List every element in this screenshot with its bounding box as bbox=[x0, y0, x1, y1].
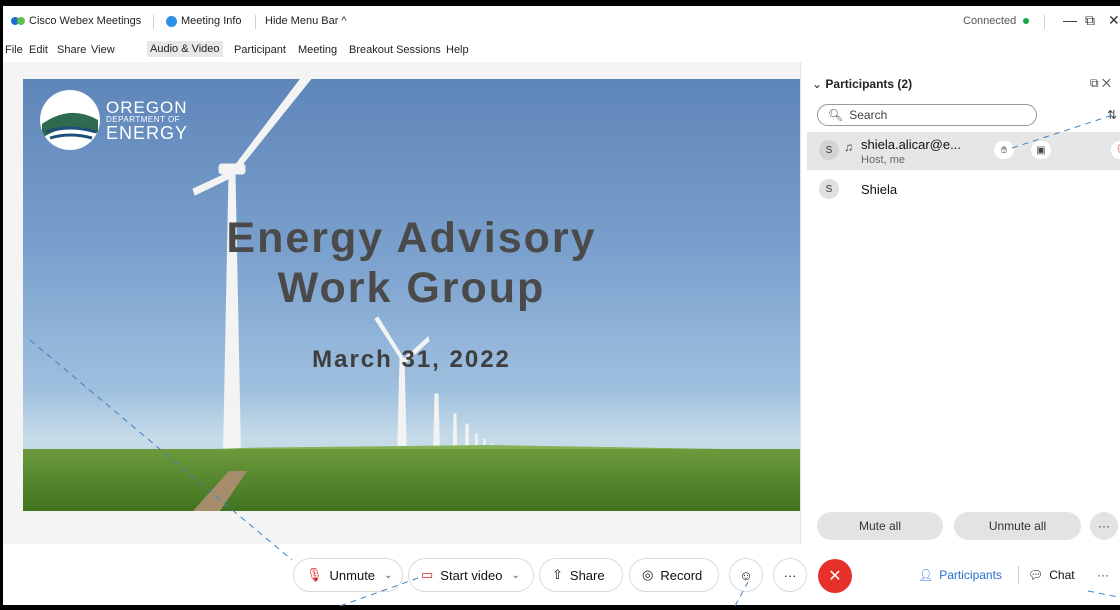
chevron-down-icon: ⌄ bbox=[812, 77, 826, 91]
minimize-icon[interactable]: — bbox=[1063, 12, 1077, 28]
share-icon: ⇧ bbox=[552, 567, 563, 582]
chevron-down-icon[interactable]: ⌄ bbox=[384, 570, 392, 581]
menu-help[interactable]: Help bbox=[446, 44, 469, 56]
panel-popout-icon[interactable]: ⧉ ✕ bbox=[1090, 76, 1111, 91]
avatar: S bbox=[819, 140, 839, 160]
menu-edit[interactable]: Edit bbox=[29, 44, 48, 56]
participant-search-input[interactable]: 🔍︎ Search bbox=[817, 104, 1037, 126]
record-icon: ◎ bbox=[642, 567, 654, 582]
unmute-all-button[interactable]: Unmute all bbox=[954, 512, 1081, 540]
mic-muted-icon: 🎙︎ bbox=[306, 567, 323, 582]
mic-muted-icon[interactable]: 🎙︎ bbox=[1111, 141, 1120, 159]
oregon-energy-logo: OREGON DEPARTMENT OF ENERGY bbox=[40, 90, 188, 150]
menu-view[interactable]: View bbox=[91, 44, 115, 56]
participants-icon: 👤︎ bbox=[918, 568, 934, 582]
slide-date: March 31, 2022 bbox=[312, 346, 511, 373]
share-label: Share bbox=[569, 567, 605, 583]
hide-menu-bar-button[interactable]: Hide Menu Bar ^ bbox=[265, 15, 347, 27]
menu-share[interactable]: Share bbox=[57, 44, 86, 56]
meeting-info-button[interactable]: Meeting Info bbox=[166, 15, 242, 27]
webex-logo-icon bbox=[11, 17, 25, 25]
hide-menu-bar-label: Hide Menu Bar ^ bbox=[265, 15, 347, 27]
app-title: Cisco Webex Meetings bbox=[11, 15, 141, 27]
connection-status-label: Connected bbox=[963, 15, 1017, 27]
avatar: S bbox=[819, 179, 839, 199]
panel-header[interactable]: ⌄ Participants (2) bbox=[812, 77, 912, 91]
logo-line3: ENERGY bbox=[106, 122, 189, 143]
divider bbox=[255, 15, 256, 29]
divider bbox=[1018, 566, 1019, 584]
tab-chat[interactable]: 💬︎ Chat bbox=[1028, 559, 1075, 591]
unmute-label: Unmute bbox=[329, 567, 376, 583]
start-video-label: Start video bbox=[440, 567, 503, 583]
participant-name: shiela.alicar@e... bbox=[861, 137, 961, 152]
menu-breakout-sessions[interactable]: Breakout Sessions bbox=[349, 44, 441, 56]
title-bar: Cisco Webex Meetings Meeting Info Hide M… bbox=[3, 6, 1120, 38]
record-label: Record bbox=[660, 567, 703, 583]
slide-title: Energy Advisory Work Group bbox=[23, 213, 800, 313]
connection-status: Connected bbox=[963, 15, 1030, 27]
restore-icon[interactable]: ⧉ bbox=[1085, 12, 1095, 29]
tabs-more-button[interactable]: ··· bbox=[1097, 559, 1109, 591]
menu-bar: File Edit Share View Audio & Video Parti… bbox=[3, 38, 1120, 62]
menu-participant[interactable]: Participant bbox=[234, 44, 286, 56]
end-meeting-button[interactable]: ✕ bbox=[818, 559, 852, 593]
menu-file[interactable]: File bbox=[5, 44, 23, 56]
menu-audio-video[interactable]: Audio & Video bbox=[147, 41, 223, 57]
reactions-button[interactable]: ☺ bbox=[730, 559, 762, 591]
panel-more-button[interactable]: ··· bbox=[1090, 512, 1118, 540]
search-placeholder: Search bbox=[849, 108, 888, 122]
chat-icon: 💬︎ bbox=[1028, 568, 1044, 582]
panel-title: Participants (2) bbox=[825, 77, 913, 91]
meeting-stage: OREGON DEPARTMENT OF ENERGY Energy Advis… bbox=[3, 62, 800, 544]
connected-dot-icon bbox=[1023, 18, 1030, 24]
search-icon: 🔍︎ bbox=[828, 108, 844, 122]
participant-role: Host, me bbox=[861, 154, 906, 166]
tabs-more-label: ··· bbox=[1097, 568, 1109, 582]
start-video-button[interactable]: ▭ Start video ⌄ bbox=[409, 559, 533, 591]
mute-all-button[interactable]: Mute all bbox=[817, 512, 943, 540]
meeting-controls: 🎙︎ Unmute ⌄ ▭ Start video ⌄ ⇧ Share ◎ Re… bbox=[3, 544, 1120, 605]
video-off-icon[interactable]: ▣ bbox=[1031, 141, 1051, 159]
participants-panel: ⌄ Participants (2) ⧉ ✕ 🔍︎ Search ⇅ S ♫ s… bbox=[800, 62, 1120, 544]
more-options-button[interactable]: ··· bbox=[774, 559, 806, 591]
unmute-button[interactable]: 🎙︎ Unmute ⌄ bbox=[294, 559, 402, 591]
menu-meeting[interactable]: Meeting bbox=[298, 44, 337, 56]
close-icon[interactable]: ✕ bbox=[1108, 12, 1120, 29]
raise-hand-icon[interactable]: ✋︎ bbox=[994, 141, 1014, 159]
slide-title-line2: Work Group bbox=[277, 264, 546, 312]
divider bbox=[153, 15, 154, 29]
record-button[interactable]: ◎ Record bbox=[630, 559, 718, 591]
video-off-icon: ▭ bbox=[421, 567, 434, 582]
divider bbox=[1044, 15, 1045, 29]
chat-tab-label: Chat bbox=[1049, 568, 1075, 582]
share-button[interactable]: ⇧ Share bbox=[540, 559, 622, 591]
sort-icon[interactable]: ⇅ bbox=[1107, 108, 1117, 122]
smiley-icon: ☺ bbox=[739, 567, 753, 583]
app-name: Cisco Webex Meetings bbox=[29, 15, 142, 27]
participant-row[interactable]: S Shiela bbox=[807, 176, 1120, 202]
shared-slide: OREGON DEPARTMENT OF ENERGY Energy Advis… bbox=[23, 79, 800, 511]
logo-line1: OREGON bbox=[106, 97, 188, 117]
participant-name: Shiela bbox=[861, 182, 898, 197]
more-label: ··· bbox=[783, 567, 797, 583]
chevron-down-icon[interactable]: ⌄ bbox=[511, 570, 519, 581]
participants-tab-label: Participants bbox=[939, 568, 1002, 582]
tab-participants[interactable]: 👤︎ Participants bbox=[918, 559, 1002, 591]
shield-icon bbox=[166, 15, 177, 27]
host-headset-icon: ♫ bbox=[844, 140, 853, 154]
field bbox=[23, 449, 800, 511]
close-icon: ✕ bbox=[828, 568, 842, 585]
slide-title-line1: Energy Advisory bbox=[226, 214, 597, 262]
meeting-info-label: Meeting Info bbox=[181, 15, 242, 27]
logo-emblem-icon bbox=[40, 90, 100, 150]
participant-row[interactable]: S ♫ shiela.alicar@e... Host, me ✋︎ ▣ 🎙︎ bbox=[807, 132, 1120, 170]
